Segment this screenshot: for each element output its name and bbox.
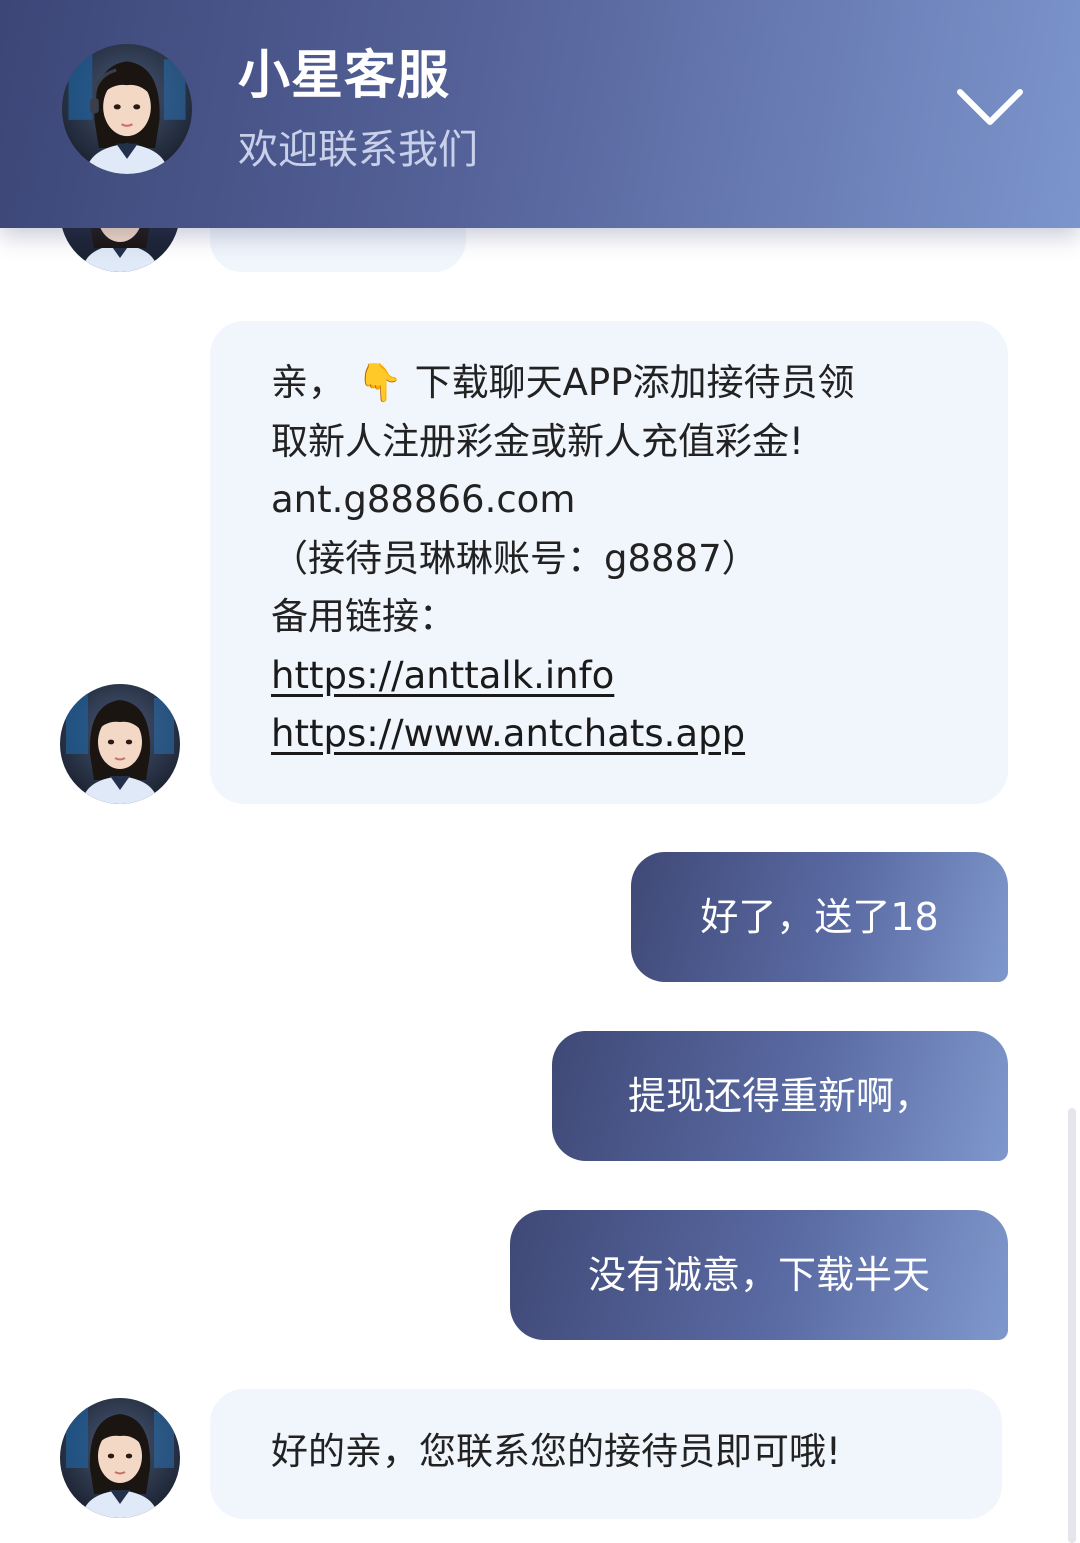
- message-text: 取新人注册彩金或新人充值彩金!: [271, 419, 804, 463]
- agent-avatar[interactable]: [62, 44, 192, 174]
- scrollbar[interactable]: [1068, 1108, 1076, 1543]
- message-text: 亲， 👇 下载聊天APP添加接待员领: [271, 361, 855, 404]
- link-anttalk[interactable]: https://anttalk.info: [271, 654, 614, 697]
- agent-avatar[interactable]: [60, 684, 180, 804]
- chat-header: 小星客服 欢迎联系我们: [0, 0, 1080, 228]
- message-text: 备用链接：: [271, 595, 456, 638]
- agent-avatar[interactable]: [60, 1398, 180, 1518]
- chat-screen: 小星客服 欢迎联系我们 亲， 👇 下载聊天APP添加接待员领 取新人注册彩金或新…: [0, 0, 1080, 1543]
- chat-title: 小星客服: [238, 46, 451, 106]
- message-bubble-user: 没有诚意，下载半天: [510, 1210, 1008, 1340]
- message-bubble-agent: 好的亲，您联系您的接待员即可哦!: [210, 1389, 1002, 1519]
- message-text: ant.g88866.com: [271, 478, 576, 521]
- message-text: 没有诚意，下载半天: [587, 1253, 930, 1297]
- message-text: （接待员琳琳账号：g8887）: [271, 536, 759, 580]
- chat-subtitle: 欢迎联系我们: [238, 127, 478, 173]
- link-antchats[interactable]: https://www.antchats.app: [271, 712, 745, 755]
- message-bubble-agent: 亲， 👇 下载聊天APP添加接待员领 取新人注册彩金或新人充值彩金! ant.g…: [210, 321, 1008, 804]
- message-bubble-user: 好了，送了18: [631, 852, 1008, 982]
- message-text: 好了，送了18: [700, 895, 939, 939]
- chevron-down-icon[interactable]: [950, 76, 1030, 136]
- message-text: 好的亲，您联系您的接待员即可哦!: [271, 1430, 841, 1473]
- message-text: 提现还得重新啊，: [627, 1074, 932, 1118]
- message-bubble-user: 提现还得重新啊，: [552, 1031, 1008, 1161]
